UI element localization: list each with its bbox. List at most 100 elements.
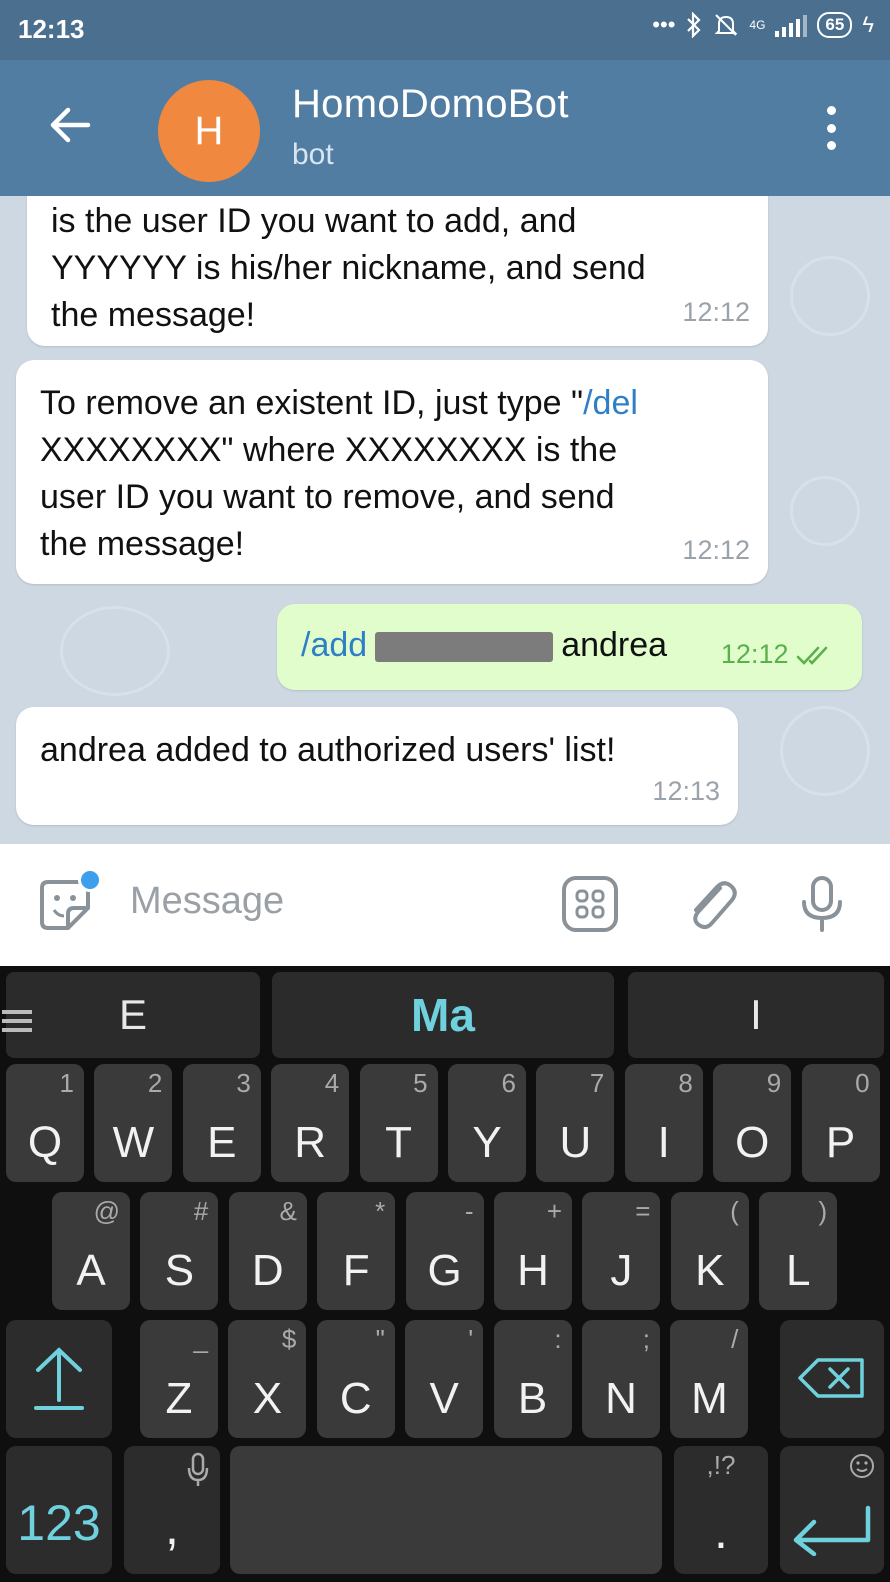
key-label: P <box>825 1118 856 1167</box>
message-line: the message! <box>51 296 256 334</box>
message-bubble[interactable]: is the user ID you want to add, and YYYY… <box>27 196 768 346</box>
enter-arrow-icon <box>793 1505 871 1556</box>
key-a[interactable]: @ A <box>52 1192 130 1310</box>
outgoing-message-bubble[interactable]: /add andrea 12:12 <box>277 604 862 690</box>
backspace-key[interactable] <box>780 1320 884 1438</box>
key-hint: # <box>193 1196 209 1226</box>
message-input[interactable]: Message <box>130 880 284 923</box>
background-doodle <box>780 706 870 796</box>
suggestion-right[interactable]: I <box>628 972 884 1058</box>
key-hint: 1 <box>59 1068 74 1098</box>
key-label: Q <box>27 1118 63 1167</box>
key-r[interactable]: 4R <box>271 1064 350 1182</box>
key-s[interactable]: # S <box>140 1192 219 1310</box>
numbers-key[interactable]: 123 <box>6 1446 112 1574</box>
bot-commands-icon[interactable] <box>560 874 620 934</box>
suggestion-middle[interactable]: Ma <box>272 972 614 1058</box>
key-label: M <box>691 1374 728 1423</box>
key-label: K <box>695 1246 725 1295</box>
key-n[interactable]: ; N <box>582 1320 660 1438</box>
message-line: andrea added to authorized users' list! <box>40 731 616 769</box>
key-v[interactable]: ' V <box>405 1320 484 1438</box>
key-i[interactable]: 8I <box>624 1064 703 1182</box>
chat-subtitle: bot <box>292 138 334 171</box>
message-composer: Message <box>0 844 890 966</box>
key-hint: 2 <box>147 1068 163 1098</box>
key-label: B <box>517 1374 548 1423</box>
key-o[interactable]: 9O <box>713 1064 792 1182</box>
key-w[interactable]: 2W <box>94 1064 173 1182</box>
key-label: X <box>252 1374 283 1423</box>
message-time-text: 12:12 <box>720 639 789 669</box>
key-m[interactable]: / M <box>670 1320 749 1438</box>
message-list[interactable]: is the user ID you want to add, and YYYY… <box>0 196 890 844</box>
message-bubble[interactable]: To remove an existent ID, just type "/de… <box>16 360 768 584</box>
key-label: T <box>385 1118 413 1167</box>
period-key-label: . <box>714 1503 728 1559</box>
key-hint: ' <box>468 1324 474 1354</box>
comma-key[interactable]: , <box>124 1446 220 1574</box>
key-hint: 9 <box>766 1068 782 1098</box>
back-arrow-icon[interactable] <box>48 102 94 148</box>
key-l[interactable]: ) L <box>759 1192 838 1310</box>
key-hint: 0 <box>855 1068 870 1098</box>
key-g[interactable]: -G <box>405 1192 484 1310</box>
key-label: D <box>251 1246 284 1295</box>
key-hint: 4 <box>324 1068 340 1098</box>
key-y[interactable]: 6Y <box>448 1064 526 1182</box>
key-t[interactable]: 5T <box>359 1064 438 1182</box>
bluetooth-icon <box>687 12 701 38</box>
message-bubble[interactable]: andrea added to authorized users' list! … <box>16 707 738 825</box>
key-z[interactable]: _ Z <box>140 1320 218 1438</box>
attach-icon[interactable] <box>680 874 740 934</box>
message-line: user ID you want to remove, and send <box>40 478 615 516</box>
signal-icon <box>775 13 808 37</box>
command-link[interactable]: /del <box>583 384 638 422</box>
microphone-icon[interactable] <box>792 874 852 934</box>
key-d[interactable]: & D <box>228 1192 307 1310</box>
period-key[interactable]: ,!? . <box>674 1446 768 1574</box>
key-hint: 3 <box>236 1068 251 1098</box>
message-line: XXXXXXXX" where XXXXXXXX is the <box>40 431 618 469</box>
more-options-icon[interactable] <box>824 106 838 150</box>
key-b[interactable]: :B <box>493 1320 572 1438</box>
key-label: R <box>294 1118 327 1167</box>
battery-icon: 65 <box>817 12 853 38</box>
key-u[interactable]: 7U <box>536 1064 615 1182</box>
key-label: G <box>427 1246 462 1295</box>
key-hint: " <box>375 1324 385 1354</box>
avatar[interactable]: H <box>158 80 260 182</box>
message-time: 12:13 <box>652 776 720 806</box>
key-x[interactable]: $ X <box>228 1320 307 1438</box>
key-c[interactable]: " C <box>316 1320 395 1438</box>
charging-icon: ϟ <box>862 12 874 37</box>
key-hint: 6 <box>501 1068 516 1098</box>
key-k[interactable]: (K <box>670 1192 749 1310</box>
key-p[interactable]: 0P <box>801 1064 880 1182</box>
key-label: S <box>164 1246 195 1295</box>
double-check-icon <box>796 646 828 665</box>
space-key[interactable] <box>230 1446 662 1574</box>
message-time: 12:12 <box>682 297 750 327</box>
key-f[interactable]: * F <box>317 1192 396 1310</box>
shift-arrow-icon <box>34 1347 84 1410</box>
key-h[interactable]: + H <box>494 1192 572 1310</box>
key-hint: ; <box>642 1324 650 1354</box>
enter-key[interactable] <box>780 1446 884 1574</box>
shift-key[interactable] <box>6 1320 112 1438</box>
key-label: L <box>785 1246 811 1295</box>
numbers-key-label: 123 <box>17 1495 101 1551</box>
keyboard-menu-icon[interactable] <box>2 1010 32 1032</box>
key-e[interactable]: 3E <box>182 1064 261 1182</box>
command-link[interactable]: /add <box>301 626 367 664</box>
key-q[interactable]: 1Q <box>6 1064 84 1182</box>
key-label: I <box>657 1118 670 1167</box>
key-label: H <box>517 1246 549 1295</box>
key-j[interactable]: = J <box>582 1192 661 1310</box>
chat-title[interactable]: HomoDomoBot <box>292 82 569 127</box>
message-line: YYYYYY is his/her nickname, and send <box>51 249 646 287</box>
redacted-user-id <box>375 632 554 663</box>
message-text: To remove an existent ID, just type " <box>40 384 584 422</box>
suggestion-left[interactable]: E <box>2 972 260 1058</box>
key-hint: $ <box>281 1324 297 1354</box>
